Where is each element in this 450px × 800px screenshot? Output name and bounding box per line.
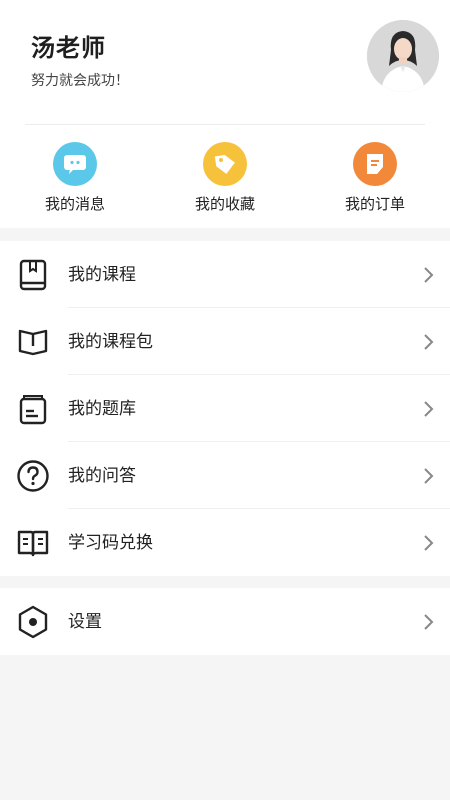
- menu-item-label: 我的题库: [68, 399, 136, 419]
- chevron-right-icon: [424, 614, 434, 630]
- hexagon-settings-icon: [16, 605, 50, 639]
- menu-item-label: 我的课程: [68, 265, 136, 285]
- quick-label: 我的收藏: [194, 195, 255, 213]
- menu-item-study-code[interactable]: 学习码兑换: [0, 509, 450, 576]
- profile-header: 汤老师 努力就会成功！ 我的消息 我的收藏 我的订单: [0, 0, 450, 228]
- chevron-right-icon: [424, 267, 434, 283]
- course-book-icon: [16, 258, 50, 292]
- menu-item-label: 学习码兑换: [68, 533, 153, 553]
- settings-section: 设置: [0, 588, 450, 655]
- question-circle-icon: [16, 459, 50, 493]
- quick-messages[interactable]: 我的消息: [25, 142, 125, 218]
- user-name: 汤老师: [31, 34, 106, 62]
- avatar[interactable]: [367, 20, 439, 92]
- quick-label: 我的订单: [344, 195, 405, 213]
- chevron-right-icon: [424, 334, 434, 350]
- reader-icon: [16, 526, 50, 560]
- user-motto: 努力就会成功！: [31, 73, 129, 89]
- question-bank-icon: [16, 392, 50, 426]
- quick-favorites[interactable]: 我的收藏: [175, 142, 275, 218]
- menu-item-label: 设置: [68, 612, 102, 632]
- menu-item-label: 我的问答: [68, 466, 136, 486]
- menu-list: 我的课程 我的课程包 我的题库 我的问答 学习码兑换: [0, 241, 450, 576]
- message-icon: [53, 142, 97, 186]
- tag-icon: [203, 142, 247, 186]
- chevron-right-icon: [424, 401, 434, 417]
- menu-item-question-bank[interactable]: 我的题库: [0, 375, 450, 442]
- menu-item-settings[interactable]: 设置: [0, 588, 450, 655]
- open-book-icon: [16, 325, 50, 359]
- profile-divider: [25, 124, 425, 125]
- quick-label: 我的消息: [44, 195, 105, 213]
- quick-orders[interactable]: 我的订单: [325, 142, 425, 218]
- chevron-right-icon: [424, 535, 434, 551]
- menu-item-course-packages[interactable]: 我的课程包: [0, 308, 450, 375]
- menu-item-my-qa[interactable]: 我的问答: [0, 442, 450, 509]
- order-icon: [353, 142, 397, 186]
- menu-item-label: 我的课程包: [68, 332, 153, 352]
- menu-item-my-courses[interactable]: 我的课程: [0, 241, 450, 308]
- chevron-right-icon: [424, 468, 434, 484]
